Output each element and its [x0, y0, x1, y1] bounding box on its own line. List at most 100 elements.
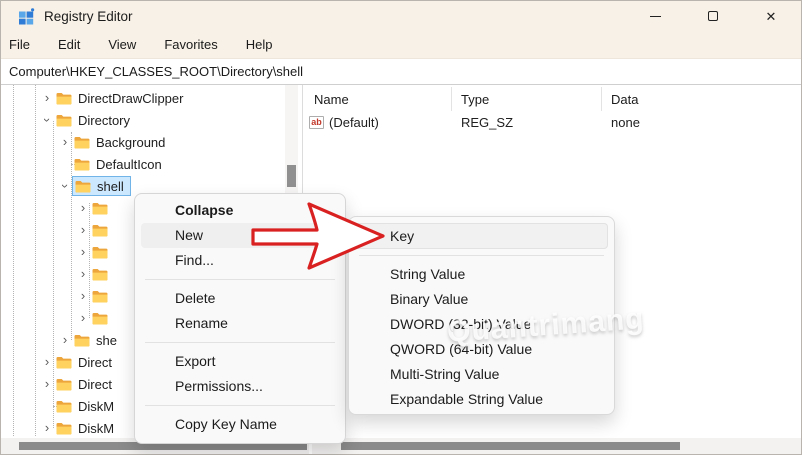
chevron-right-icon[interactable]: [59, 136, 71, 148]
tree-item-label: DirectDrawClipper: [78, 91, 183, 106]
submenu-multi-string-value[interactable]: Multi-String Value: [355, 362, 608, 387]
value-name: (Default): [329, 115, 379, 130]
window-controls: ✕: [641, 3, 785, 29]
chevron-right-icon[interactable]: [77, 224, 89, 236]
tree-item-directory[interactable]: Directory: [1, 109, 301, 131]
values-pane: Name Type Data ab (Default) REG_SZ none: [305, 85, 801, 133]
context-menu-rename[interactable]: Rename: [141, 311, 339, 336]
chevron-right-icon[interactable]: [59, 334, 71, 346]
folder-icon: [56, 92, 72, 105]
chevron-right-icon[interactable]: [77, 290, 89, 302]
chevron-down-icon[interactable]: [59, 180, 71, 192]
folder-icon: [56, 356, 72, 369]
menu-edit[interactable]: Edit: [48, 33, 90, 56]
value-data: none: [602, 115, 801, 130]
list-horizontal-scrollbar[interactable]: [312, 438, 801, 454]
context-menu-collapse[interactable]: Collapse: [141, 198, 339, 223]
submenu-qword-value[interactable]: QWORD (64-bit) Value: [355, 337, 608, 362]
tree-item-label: DiskM: [78, 421, 114, 436]
context-menu-new[interactable]: New ›: [141, 223, 339, 248]
string-value-icon: ab: [309, 116, 324, 129]
context-menu-copy-key-name[interactable]: Copy Key Name: [141, 412, 339, 437]
registry-editor-icon: [18, 8, 35, 25]
scrollbar-thumb[interactable]: [287, 165, 296, 187]
menu-file[interactable]: File: [9, 33, 40, 56]
menu-view[interactable]: View: [98, 33, 146, 56]
close-button[interactable]: ✕: [757, 3, 785, 29]
chevron-down-icon[interactable]: [41, 114, 53, 126]
context-menu: Collapse New › Find... Delete Rename Exp…: [134, 193, 346, 444]
tree-item-label: Background: [96, 135, 165, 150]
submenu-binary-value[interactable]: Binary Value: [355, 287, 608, 312]
minimize-icon: [650, 16, 661, 17]
chevron-right-icon[interactable]: [41, 422, 53, 434]
chevron-right-icon[interactable]: [41, 378, 53, 390]
submenu-dword-value[interactable]: DWORD (32-bit) Value: [355, 312, 608, 337]
folder-icon: [92, 290, 108, 303]
folder-icon: [56, 422, 72, 435]
tree-item-label: Direct: [78, 355, 112, 370]
tree-item-label: DefaultIcon: [96, 157, 162, 172]
folder-icon: [74, 334, 90, 347]
content-area: DirectDrawClipper Directory Background D…: [1, 85, 801, 454]
submenu-expandable-string-value[interactable]: Expandable String Value: [355, 387, 608, 412]
folder-icon: [56, 114, 72, 127]
tree-item-label: DiskM: [78, 399, 114, 414]
column-header-name[interactable]: Name: [305, 87, 452, 111]
folder-icon: [92, 224, 108, 237]
tree-item-background[interactable]: Background: [1, 131, 301, 153]
folder-icon: [92, 268, 108, 281]
context-menu-find[interactable]: Find...: [141, 248, 339, 273]
scrollbar-thumb[interactable]: [341, 442, 680, 450]
registry-path: Computer\HKEY_CLASSES_ROOT\Directory\she…: [9, 64, 303, 79]
menu-help[interactable]: Help: [236, 33, 283, 56]
list-header: Name Type Data: [305, 87, 801, 111]
folder-icon: [75, 180, 91, 193]
context-menu-export[interactable]: Export: [141, 349, 339, 374]
maximize-icon: [708, 11, 718, 21]
menu-separator: [145, 279, 335, 280]
menu-separator: [145, 342, 335, 343]
minimize-button[interactable]: [641, 3, 669, 29]
tree-item-label: Direct: [78, 377, 112, 392]
chevron-right-icon[interactable]: [41, 92, 53, 104]
menu-separator: [359, 255, 604, 256]
value-row-default[interactable]: ab (Default) REG_SZ none: [305, 111, 801, 133]
tree-item-label: Directory: [78, 113, 130, 128]
context-menu-delete[interactable]: Delete: [141, 286, 339, 311]
registry-editor-window: Registry Editor ✕ File Edit View Favorit…: [0, 0, 802, 455]
menu-separator: [145, 405, 335, 406]
tree-item-label: shell: [97, 179, 124, 194]
folder-icon: [92, 202, 108, 215]
chevron-right-icon[interactable]: [41, 356, 53, 368]
submenu-chevron-icon: ›: [322, 223, 327, 248]
address-bar[interactable]: Computer\HKEY_CLASSES_ROOT\Directory\she…: [1, 58, 801, 85]
selected-tree-item[interactable]: shell: [72, 176, 131, 196]
column-header-data[interactable]: Data: [602, 87, 801, 111]
folder-icon: [92, 246, 108, 259]
chevron-right-icon[interactable]: [77, 246, 89, 258]
folder-icon: [92, 312, 108, 325]
menubar: File Edit View Favorites Help: [1, 31, 801, 58]
close-icon: ✕: [766, 10, 777, 23]
chevron-right-icon[interactable]: [77, 268, 89, 280]
menu-favorites[interactable]: Favorites: [154, 33, 227, 56]
new-submenu: Key String Value Binary Value DWORD (32-…: [348, 216, 615, 415]
tree-item-directdrawclipper[interactable]: DirectDrawClipper: [1, 87, 301, 109]
titlebar: Registry Editor ✕: [1, 1, 801, 31]
folder-icon: [56, 378, 72, 391]
context-menu-new-label: New: [175, 227, 203, 243]
value-type: REG_SZ: [452, 115, 602, 130]
tree-item-label: she: [96, 333, 117, 348]
context-menu-permissions[interactable]: Permissions...: [141, 374, 339, 399]
submenu-string-value[interactable]: String Value: [355, 262, 608, 287]
chevron-right-icon[interactable]: [77, 202, 89, 214]
tree-item-defaulticon[interactable]: DefaultIcon: [1, 153, 301, 175]
column-header-type[interactable]: Type: [452, 87, 602, 111]
folder-icon: [56, 400, 72, 413]
folder-icon: [74, 136, 90, 149]
chevron-right-icon[interactable]: [77, 312, 89, 324]
submenu-key[interactable]: Key: [355, 223, 608, 249]
folder-icon: [74, 158, 90, 171]
maximize-button[interactable]: [699, 3, 727, 29]
